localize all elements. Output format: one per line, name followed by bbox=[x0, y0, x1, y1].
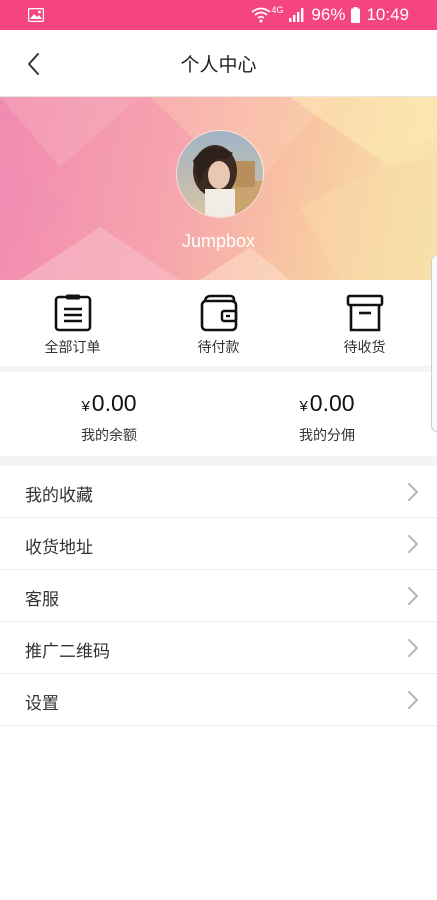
orders-row: 全部订单 待付款 待收货 bbox=[0, 284, 437, 366]
menu-item-qr-code[interactable]: 推广二维码 bbox=[0, 622, 437, 674]
edge-panel-handle[interactable] bbox=[431, 255, 437, 432]
balance-value: 0.00 bbox=[91, 390, 137, 416]
battery-icon bbox=[351, 7, 361, 23]
menu-item-customer-service[interactable]: 客服 bbox=[0, 570, 437, 622]
status-bar: 4G 96% 10:49 bbox=[0, 0, 437, 30]
menu-item-label: 我的收藏 bbox=[25, 486, 93, 506]
chevron-right-icon bbox=[408, 535, 418, 553]
chevron-right-icon bbox=[408, 483, 418, 501]
menu-item-favorites[interactable]: 我的收藏 bbox=[0, 466, 437, 518]
avatar[interactable] bbox=[176, 130, 264, 218]
network-type: 4G bbox=[271, 5, 284, 15]
page-title: 个人中心 bbox=[180, 54, 257, 76]
menu-item-label: 收货地址 bbox=[25, 538, 93, 558]
order-to-receive-label: 待收货 bbox=[343, 340, 386, 356]
currency-symbol: ¥ bbox=[299, 398, 308, 415]
menu-item-address[interactable]: 收货地址 bbox=[0, 518, 437, 570]
menu-item-label: 客服 bbox=[25, 590, 59, 610]
order-all-button[interactable]: 全部订单 bbox=[0, 284, 145, 366]
balance-row: ¥0.00 我的余额 ¥0.00 我的分佣 bbox=[0, 372, 437, 456]
my-commission[interactable]: ¥0.00 我的分佣 bbox=[218, 372, 436, 456]
chevron-right-icon bbox=[408, 691, 418, 709]
menu-item-label: 设置 bbox=[25, 694, 59, 714]
chevron-right-icon bbox=[408, 639, 418, 657]
title-bar: 个人中心 bbox=[0, 30, 437, 97]
wallet-icon bbox=[200, 294, 237, 332]
user-avatar-photo bbox=[177, 131, 263, 217]
archive-box-icon bbox=[346, 294, 383, 332]
menu-item-settings[interactable]: 设置 bbox=[0, 674, 437, 726]
balance-caption: 我的余额 bbox=[81, 428, 137, 444]
clipboard-list-icon bbox=[54, 294, 91, 332]
order-unpaid-button[interactable]: 待付款 bbox=[146, 284, 291, 366]
order-all-label: 全部订单 bbox=[44, 340, 101, 356]
username: Jumpbox bbox=[181, 231, 256, 251]
order-unpaid-label: 待付款 bbox=[197, 340, 240, 356]
wifi-icon bbox=[251, 7, 271, 23]
order-to-receive-button[interactable]: 待收货 bbox=[292, 284, 437, 366]
chevron-right-icon bbox=[408, 587, 418, 605]
menu-list: 我的收藏 收货地址 客服 推广二维码 设置 bbox=[0, 466, 437, 726]
status-time: 10:49 bbox=[366, 5, 409, 24]
menu-item-label: 推广二维码 bbox=[25, 642, 110, 662]
my-balance[interactable]: ¥0.00 我的余额 bbox=[0, 372, 218, 456]
signal-icon bbox=[289, 8, 305, 22]
currency-symbol: ¥ bbox=[81, 398, 90, 415]
battery-percent: 96% bbox=[311, 5, 346, 24]
image-notification-icon bbox=[27, 7, 45, 23]
commission-amount: ¥0.00 bbox=[218, 390, 436, 417]
section-divider bbox=[0, 456, 437, 466]
balance-amount: ¥0.00 bbox=[0, 390, 218, 417]
commission-value: 0.00 bbox=[309, 390, 355, 416]
commission-caption: 我的分佣 bbox=[299, 428, 355, 444]
